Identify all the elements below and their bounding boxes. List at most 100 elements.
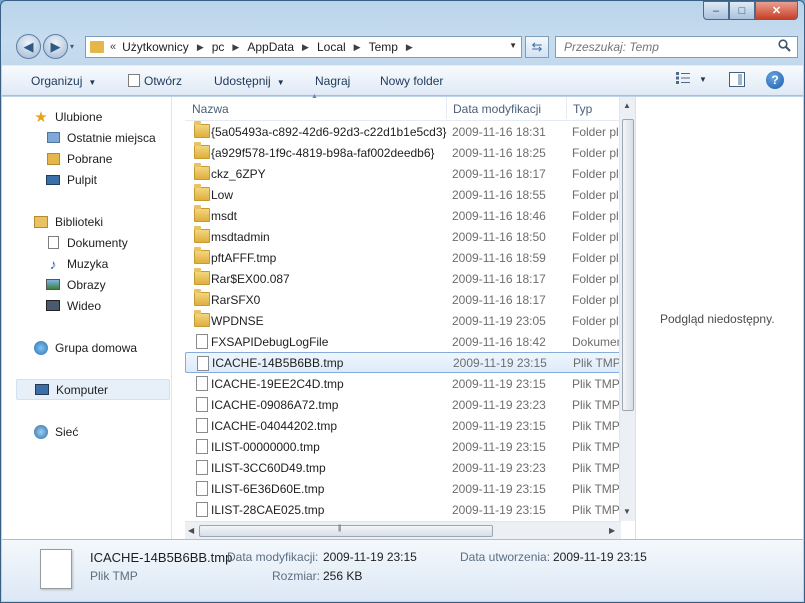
file-row[interactable]: msdt 2009-11-16 18:46 Folder plików [185, 205, 621, 226]
content-area: ★ Ulubione Ostatnie miejsca Pobrane Pulpi… [2, 93, 803, 539]
file-row[interactable]: Rar$EX00.087 2009-11-16 18:17 Folder plikó… [185, 268, 621, 289]
videos-icon [45, 298, 61, 314]
file-date: 2009-11-16 18:55 [452, 187, 546, 202]
network-group: Sieć [2, 421, 172, 442]
column-header-date[interactable]: Data modyfikacji [453, 102, 541, 116]
folder-icon [194, 184, 210, 201]
breadcrumb: Użytkownicy ▶ pc ▶ AppData ▶ Local ▶ Tem… [122, 40, 421, 54]
search-box[interactable] [555, 36, 798, 58]
folder-icon [194, 289, 210, 306]
help-icon[interactable]: ? [766, 71, 784, 89]
folder-icon [194, 268, 210, 285]
new-folder-button[interactable]: Nowy folder [380, 74, 443, 88]
scroll-up-icon[interactable]: ▲ [623, 101, 631, 110]
scroll-right-icon[interactable]: ▶ [609, 526, 615, 535]
address-dropdown-icon[interactable]: ▼ [509, 41, 517, 50]
file-type: Folder plików [572, 124, 621, 139]
sidebar-item-network[interactable]: Sieć [2, 421, 172, 442]
computer-icon [34, 382, 50, 398]
preview-pane: Podgląd niedostępny. [636, 97, 803, 539]
sidebar-item-videos[interactable]: Wideo [2, 295, 172, 316]
breadcrumb-separator-icon[interactable]: ▶ [354, 42, 361, 53]
file-date: 2009-11-19 23:15 [452, 376, 546, 391]
vertical-scrollbar[interactable]: ▲ ▼ [619, 97, 635, 521]
file-icon [196, 418, 208, 433]
sidebar-item-computer[interactable]: Komputer [16, 379, 170, 400]
views-dropdown-icon[interactable]: ▼ [699, 75, 707, 84]
breadcrumb-separator-icon[interactable]: ▶ [197, 42, 204, 53]
file-date: 2009-11-16 18:17 [452, 166, 546, 181]
breadcrumb-separator-icon[interactable]: ▶ [302, 42, 309, 53]
file-row[interactable]: pftAFFF.tmp 2009-11-16 18:59 Folder plików [185, 247, 621, 268]
breadcrumb-item-local[interactable]: Local [317, 40, 346, 54]
file-row[interactable]: ILIST-3CC60D49.tmp 2009-11-19 23:23 Plik T… [185, 457, 621, 478]
file-row[interactable]: ILIST-00000000.tmp 2009-11-19 23:15 Plik T… [185, 436, 621, 457]
file-icon [196, 481, 208, 496]
refresh-button[interactable]: ⇆ [525, 36, 549, 58]
breadcrumb-item-users[interactable]: Użytkownicy [122, 40, 189, 54]
organize-menu[interactable]: Organizuj ▼ [31, 74, 96, 88]
file-row[interactable]: ICACHE-19EE2C4D.tmp 2009-11-19 23:15 Plik … [185, 373, 621, 394]
scroll-down-icon[interactable]: ▼ [623, 507, 631, 516]
file-row[interactable]: ICACHE-14B5B6BB.tmp 2009-11-19 23:15 Plik … [185, 352, 621, 373]
sidebar-item-favorites[interactable]: ★ Ulubione [2, 106, 172, 127]
file-row[interactable]: ckz_6ZPY 2009-11-16 18:17 Folder plików [185, 163, 621, 184]
breadcrumb-separator-icon[interactable]: ▶ [232, 42, 239, 53]
file-row[interactable]: WPDNSE 2009-11-19 23:05 Folder plików [185, 310, 621, 331]
breadcrumb-item-appdata[interactable]: AppData [247, 40, 294, 54]
search-input[interactable] [564, 40, 764, 54]
horizontal-scrollbar[interactable]: ◀ ||| ▶ [185, 521, 621, 539]
column-divider[interactable] [566, 97, 567, 119]
details-created-label: Data utworzenia: [460, 550, 551, 564]
search-icon[interactable] [778, 39, 791, 55]
column-divider[interactable] [446, 97, 447, 119]
file-row[interactable]: ICACHE-04044202.tmp 2009-11-19 23:15 Plik … [185, 415, 621, 436]
column-header-type[interactable]: Typ [573, 102, 592, 116]
pictures-icon [45, 277, 61, 293]
details-filetype: Plik TMP [90, 569, 138, 583]
file-row[interactable]: ILIST-6E36D60E.tmp 2009-11-19 23:15 Plik T… [185, 478, 621, 499]
horizontal-scroll-thumb[interactable] [199, 525, 493, 537]
file-row[interactable]: ILIST-28CAE025.tmp 2009-11-19 23:15 Plik T… [185, 499, 621, 520]
back-button[interactable]: ◀ [16, 34, 41, 59]
sidebar-item-recent-places[interactable]: Ostatnie miejsca [2, 127, 172, 148]
burn-button[interactable]: Nagraj [315, 74, 350, 88]
file-row[interactable]: RarSFX0 2009-11-16 18:17 Folder plików [185, 289, 621, 310]
sidebar-item-desktop[interactable]: Pulpit [2, 169, 172, 190]
sidebar-item-pictures[interactable]: Obrazy [2, 274, 172, 295]
column-header-name[interactable]: Nazwa [192, 102, 229, 116]
file-row[interactable]: FXSAPIDebugLogFile 2009-11-16 18:42 Dokume… [185, 331, 621, 352]
column-headers: ▲ Nazwa Data modyfikacji Typ [185, 93, 621, 121]
address-bar[interactable]: « Użytkownicy ▶ pc ▶ AppData ▶ Local ▶ T… [85, 36, 522, 58]
vertical-scroll-thumb[interactable] [622, 119, 634, 411]
recent-pages-dropdown[interactable]: ▾ [70, 42, 74, 51]
breadcrumb-item-temp[interactable]: Temp [369, 40, 398, 54]
preview-unavailable-text: Podgląd niedostępny. [660, 312, 775, 326]
open-button[interactable]: Otwórz [128, 74, 182, 88]
breadcrumb-item-pc[interactable]: pc [212, 40, 225, 54]
sidebar-item-music[interactable]: ♪ Muzyka [2, 253, 172, 274]
file-row[interactable]: msdtadmin 2009-11-16 18:50 Folder plików [185, 226, 621, 247]
music-icon: ♪ [49, 255, 57, 272]
file-row[interactable]: ICACHE-09086A72.tmp 2009-11-19 23:23 Plik … [185, 394, 621, 415]
breadcrumb-overflow[interactable]: « [110, 41, 116, 53]
forward-button[interactable]: ▶ [43, 34, 68, 59]
sidebar-item-homegroup[interactable]: Grupa domowa [2, 337, 172, 358]
minimize-button[interactable]: – [703, 1, 729, 20]
close-button[interactable]: ✕ [755, 1, 798, 20]
breadcrumb-separator-icon[interactable]: ▶ [406, 42, 413, 53]
preview-pane-icon[interactable] [729, 72, 745, 87]
sort-ascending-icon: ▲ [311, 93, 318, 100]
maximize-button[interactable]: □ [729, 1, 755, 20]
file-row[interactable]: {5a05493a-c892-42d6-92d3-c22d1b1e5cd3} 20… [185, 121, 621, 142]
views-icon[interactable] [676, 72, 690, 87]
sidebar-item-libraries[interactable]: Biblioteki [2, 211, 172, 232]
file-name: Low [211, 187, 234, 202]
scroll-left-icon[interactable]: ◀ [188, 526, 194, 535]
file-row[interactable]: Low 2009-11-16 18:55 Folder plików [185, 184, 621, 205]
sidebar-item-downloads[interactable]: Pobrane [2, 148, 172, 169]
sidebar-item-documents[interactable]: Dokumenty [2, 232, 172, 253]
share-menu[interactable]: Udostępnij ▼ [214, 74, 285, 88]
file-row[interactable]: {a929f578-1f9c-4819-b98a-faf002deedb6} 20… [185, 142, 621, 163]
file-large-icon [40, 549, 72, 589]
